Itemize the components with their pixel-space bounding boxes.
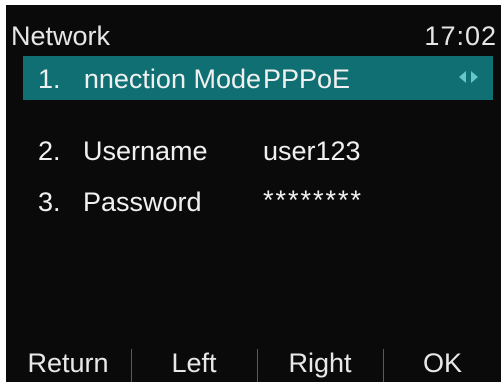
password-field[interactable]: ******** — [263, 185, 363, 216]
menu-item-connection-mode[interactable]: 1. Connection Mode PPPoE — [23, 56, 493, 100]
return-button[interactable]: Return — [6, 337, 130, 382]
clock: 17:02 — [424, 21, 497, 51]
username-field[interactable]: user123 — [263, 136, 361, 167]
menu-item-number: 3. — [38, 187, 61, 217]
left-right-arrows-icon[interactable] — [455, 65, 485, 89]
ok-button[interactable]: OK — [384, 337, 501, 382]
menu-item-label: Username — [83, 136, 208, 166]
menu-item-number: 2. — [38, 136, 61, 166]
arrow-right-icon — [471, 71, 478, 83]
phone-screen: Network 17:02 1. Connection Mode PPPoE 2… — [6, 5, 501, 382]
left-button[interactable]: Left — [132, 337, 256, 382]
connection-mode-value[interactable]: PPPoE — [263, 64, 350, 95]
menu-item-username[interactable]: 2. Username user123 — [23, 128, 493, 172]
menu-item-password[interactable]: 3. Password ******** — [23, 179, 493, 223]
title-bar: Network 17:02 — [6, 5, 501, 55]
phone-bezel: Network 17:02 1. Connection Mode PPPoE 2… — [0, 0, 503, 382]
menu-item-label: Connection Mode — [83, 64, 261, 94]
page-title: Network — [11, 21, 111, 51]
menu-item-number: 1. — [38, 64, 61, 94]
right-button[interactable]: Right — [258, 337, 382, 382]
arrow-left-icon — [459, 71, 466, 83]
softkey-bar: Return Left Right OK — [6, 337, 501, 382]
menu-item-label: Password — [83, 187, 202, 217]
